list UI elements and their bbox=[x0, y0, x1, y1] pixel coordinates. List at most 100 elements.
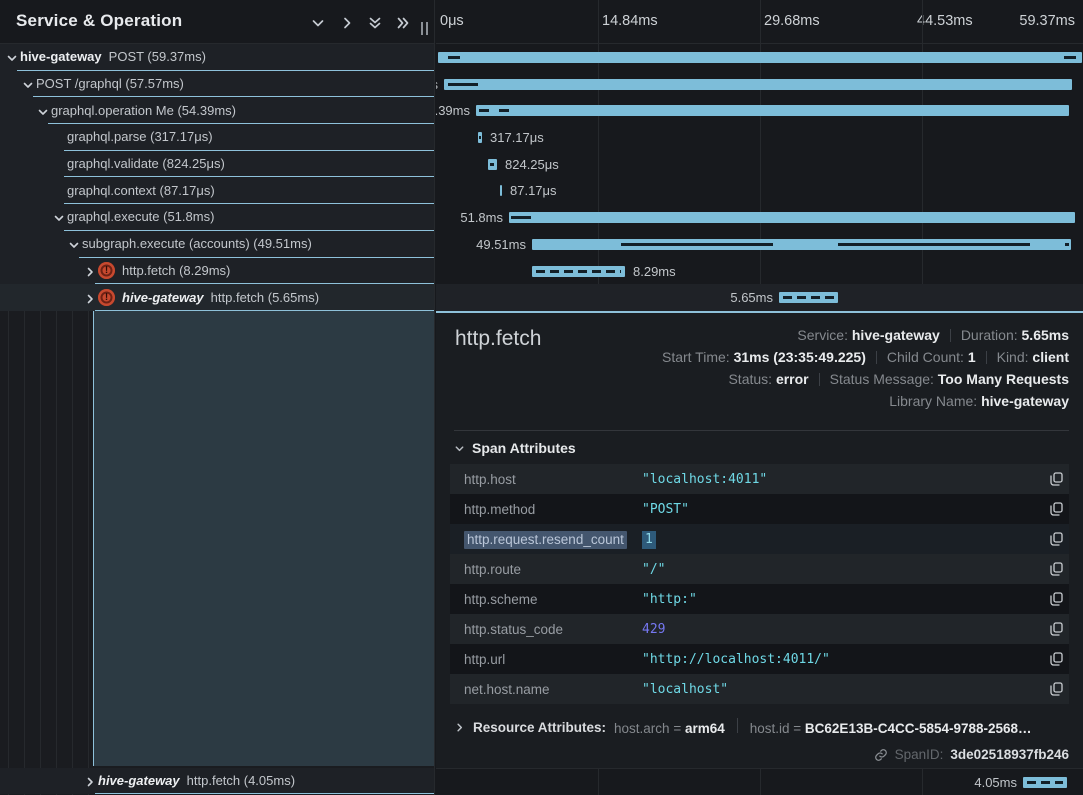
span-bar[interactable] bbox=[779, 292, 838, 303]
timeline-row[interactable]: 5.65ms bbox=[436, 284, 1083, 311]
timeline-row[interactable] bbox=[436, 44, 1083, 71]
span-tree-bottom: hive-gatewayhttp.fetch (4.05ms) bbox=[0, 768, 435, 795]
attribute-row[interactable]: http.scheme"http:" bbox=[450, 584, 1069, 614]
chevron-right-icon[interactable] bbox=[84, 775, 96, 787]
timeline-row[interactable]: 51.8ms bbox=[436, 204, 1083, 231]
link-icon[interactable] bbox=[874, 748, 888, 762]
span-bar[interactable] bbox=[500, 185, 502, 196]
copy-icon[interactable] bbox=[1043, 622, 1069, 636]
attribute-row[interactable]: http.request.resend_count1 bbox=[450, 524, 1069, 554]
span-tree-row[interactable]: graphql.parse (317.17μs) bbox=[0, 124, 435, 151]
span-tree-row[interactable]: graphql.operation Me (54.39ms) bbox=[0, 97, 435, 124]
duration-label: 54.39ms bbox=[436, 103, 470, 118]
span-tree-row[interactable]: graphql.execute (51.8ms) bbox=[0, 204, 435, 231]
span-tree-row[interactable]: graphql.validate (824.25μs) bbox=[0, 151, 435, 178]
span-details-panel: http.fetch Service: hive-gatewayDuration… bbox=[436, 311, 1083, 768]
span-row-label: subgraph.execute (accounts) (49.51ms) bbox=[82, 231, 312, 257]
attribute-value: "/" bbox=[642, 562, 1043, 577]
duration-label: 824.25μs bbox=[505, 157, 559, 172]
timeline-row[interactable]: 87.17μs bbox=[436, 177, 1083, 204]
chevron-right-icon[interactable] bbox=[84, 292, 96, 304]
span-tree-row[interactable]: POST /graphql (57.57ms) bbox=[0, 71, 435, 98]
tick-label: 14.84ms bbox=[602, 13, 658, 29]
span-id-row: SpanID: 3de02518937fb246 bbox=[874, 747, 1069, 762]
tree-panel-header: Service & Operation bbox=[0, 0, 434, 44]
timeline-row[interactable]: 54.39ms bbox=[436, 97, 1083, 124]
copy-icon[interactable] bbox=[1043, 562, 1069, 576]
resource-attributes-row[interactable]: Resource Attributes: host.arch = arm64ho… bbox=[454, 715, 1032, 739]
attribute-value: "localhost" bbox=[642, 682, 1043, 697]
span-id-value: 3de02518937fb246 bbox=[950, 747, 1069, 762]
span-bar[interactable] bbox=[488, 159, 497, 170]
attribute-key: http.status_code bbox=[450, 622, 642, 637]
span-bar[interactable] bbox=[532, 239, 1071, 250]
timeline-row[interactable]: 317.17μs bbox=[436, 124, 1083, 151]
chevron-right-icon bbox=[454, 722, 465, 733]
timeline-row[interactable]: 49.51ms bbox=[436, 231, 1083, 258]
duration-label: 51.8ms bbox=[460, 210, 503, 225]
duration-label: 49.51ms bbox=[476, 237, 526, 252]
duration-label: 8.29ms bbox=[633, 264, 676, 279]
span-row-label: POST /graphql (57.57ms) bbox=[36, 71, 184, 97]
span-tree-row[interactable]: hive-gatewayPOST (59.37ms) bbox=[0, 44, 435, 71]
timeline-row[interactable]: 8.29ms bbox=[436, 258, 1083, 285]
span-tree-row[interactable]: subgraph.execute (accounts) (49.51ms) bbox=[0, 231, 435, 258]
timeline-row[interactable]: 824.25μs bbox=[436, 151, 1083, 178]
timeline-row[interactable]: 57.57ms bbox=[436, 71, 1083, 98]
duration-label: 5.65ms bbox=[730, 290, 773, 305]
operation-name: subgraph.execute (accounts) (49.51ms) bbox=[82, 236, 312, 251]
panel-resize-handle[interactable] bbox=[420, 22, 430, 35]
chevron-right-icon[interactable] bbox=[338, 14, 356, 32]
span-bar[interactable] bbox=[444, 79, 1072, 90]
copy-icon[interactable] bbox=[1043, 682, 1069, 696]
span-bar[interactable] bbox=[509, 212, 1075, 223]
chevron-down-icon[interactable] bbox=[22, 78, 34, 90]
span-attributes-header[interactable]: Span Attributes bbox=[454, 440, 576, 456]
attribute-row[interactable]: http.url"http://localhost:4011/" bbox=[450, 644, 1069, 674]
chevron-right-icon[interactable] bbox=[84, 265, 96, 277]
error-icon: ! bbox=[98, 289, 115, 306]
span-tree-row[interactable]: !hive-gatewayhttp.fetch (5.65ms) bbox=[0, 284, 435, 311]
chevrons-down-icon[interactable] bbox=[366, 14, 384, 32]
span-meta: Service: hive-gatewayDuration: 5.65msSta… bbox=[662, 324, 1069, 412]
span-bar[interactable] bbox=[438, 52, 1082, 63]
chevron-down-icon[interactable] bbox=[68, 238, 80, 250]
span-tree-row[interactable]: hive-gatewayhttp.fetch (4.05ms) bbox=[0, 768, 435, 794]
span-tree: hive-gatewayPOST (59.37ms)POST /graphql … bbox=[0, 44, 435, 311]
span-tree-row[interactable]: graphql.context (87.17μs) bbox=[0, 177, 435, 204]
span-bar[interactable] bbox=[532, 266, 625, 277]
copy-icon[interactable] bbox=[1043, 592, 1069, 606]
tick-label: 29.68ms bbox=[764, 13, 820, 29]
chevron-down-icon[interactable] bbox=[37, 105, 49, 117]
span-bar[interactable] bbox=[1023, 777, 1067, 788]
span-bar[interactable] bbox=[476, 105, 1069, 116]
attribute-row[interactable]: http.route"/" bbox=[450, 554, 1069, 584]
chevron-down-icon[interactable] bbox=[6, 51, 18, 63]
span-tree-panel: Service & Operation hive-gatewayPOST (59… bbox=[0, 0, 435, 795]
operation-name: graphql.validate (824.25μs) bbox=[67, 156, 225, 171]
span-attributes-title: Span Attributes bbox=[472, 440, 576, 456]
span-bar[interactable] bbox=[478, 132, 482, 143]
attribute-row[interactable]: http.status_code429 bbox=[450, 614, 1069, 644]
attribute-value: "localhost:4011" bbox=[642, 472, 1043, 487]
chevrons-right-icon[interactable] bbox=[394, 14, 412, 32]
attribute-row[interactable]: http.method"POST" bbox=[450, 494, 1069, 524]
attribute-row[interactable]: http.host"localhost:4011" bbox=[450, 464, 1069, 494]
selected-subtree-region[interactable] bbox=[93, 311, 435, 766]
span-attributes-table: http.host"localhost:4011"http.method"POS… bbox=[450, 464, 1069, 704]
attribute-key: http.scheme bbox=[450, 592, 642, 607]
attribute-row[interactable]: net.host.name"localhost" bbox=[450, 674, 1069, 704]
span-row-label: hive-gatewayhttp.fetch (4.05ms) bbox=[98, 768, 295, 793]
span-tree-row[interactable]: !http.fetch (8.29ms) bbox=[0, 258, 435, 285]
attribute-value: "POST" bbox=[642, 502, 1043, 517]
duration-label: 87.17μs bbox=[510, 183, 557, 198]
operation-name: graphql.operation Me (54.39ms) bbox=[51, 103, 236, 118]
chevron-down-icon[interactable] bbox=[309, 14, 327, 32]
timeline-row[interactable]: 4.05ms bbox=[436, 769, 1083, 795]
copy-icon[interactable] bbox=[1043, 652, 1069, 666]
copy-icon[interactable] bbox=[1043, 472, 1069, 486]
chevron-down-icon[interactable] bbox=[53, 211, 65, 223]
copy-icon[interactable] bbox=[1043, 532, 1069, 546]
copy-icon[interactable] bbox=[1043, 502, 1069, 516]
attribute-key: http.route bbox=[450, 562, 642, 577]
